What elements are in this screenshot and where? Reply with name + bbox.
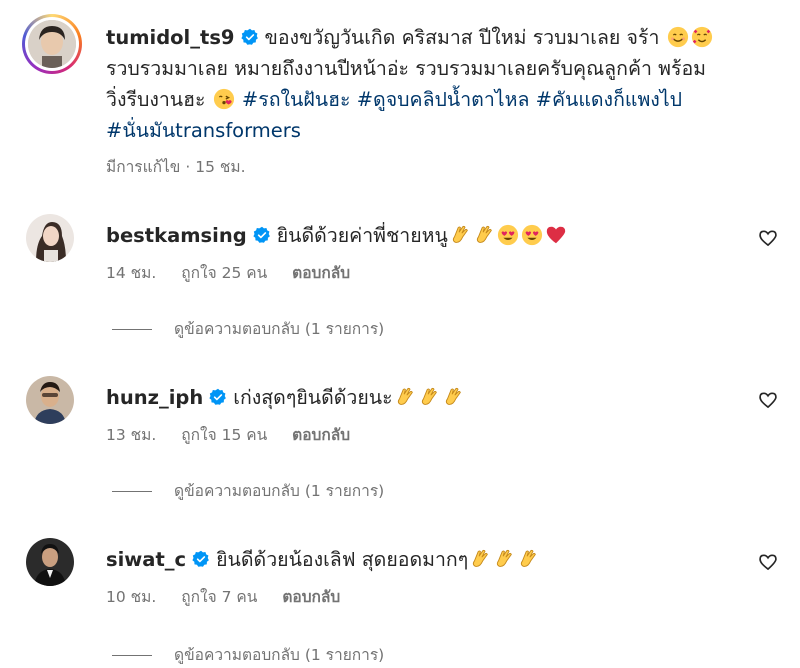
comment-time: 10 ชม. bbox=[106, 588, 157, 606]
like-count[interactable]: ถูกใจ 25 คน bbox=[181, 264, 267, 282]
avatar[interactable] bbox=[26, 538, 74, 586]
red-heart-emoji bbox=[546, 226, 565, 244]
caption-meta: มีการแก้ไข · 15 ชม. bbox=[106, 158, 246, 176]
view-replies-button[interactable]: ดูข้อความตอบกลับ (1 รายการ) bbox=[112, 478, 384, 503]
heart-outline-icon[interactable] bbox=[758, 390, 778, 410]
instagram-comments-panel: tumidol_ts9 ของขวัญวันเกิด คริสมาส ปีใหม่… bbox=[0, 0, 800, 668]
clap-emoji bbox=[521, 549, 537, 567]
comment-text: ยินดีด้วยน้องเลิฟ สุดยอดมากๆ bbox=[216, 548, 469, 571]
comment-time: 14 ชม. bbox=[106, 264, 157, 282]
smiling-face-hearts-emoji bbox=[691, 26, 712, 48]
clap-emoji bbox=[397, 387, 413, 405]
view-replies-button[interactable]: ดูข้อความตอบกลับ (1 รายการ) bbox=[112, 316, 384, 341]
comment-username[interactable]: siwat_c bbox=[106, 548, 186, 571]
reply-button[interactable]: ตอบกลับ bbox=[292, 264, 350, 282]
view-replies-label: ดูข้อความตอบกลับ (1 รายการ) bbox=[174, 646, 385, 664]
reply-button[interactable]: ตอบกลับ bbox=[292, 426, 350, 444]
hashtag-link[interactable]: #นั่นมันtransformers bbox=[106, 119, 301, 142]
view-replies-label: ดูข้อความตอบกลับ (1 รายการ) bbox=[174, 320, 385, 338]
edited-label: มีการแก้ไข bbox=[106, 158, 181, 176]
clap-emoji bbox=[473, 549, 489, 567]
comment-meta: 10 ชม. ถูกใจ 7 คน ตอบกลับ bbox=[106, 584, 360, 609]
comment-meta: 14 ชม. ถูกใจ 25 คน ตอบกลับ bbox=[106, 260, 370, 285]
comment-body: siwat_c ยินดีด้วยน้องเลิฟ สุดยอดมากๆ bbox=[106, 546, 540, 574]
clap-emoji bbox=[452, 225, 468, 243]
heart-outline-icon[interactable] bbox=[758, 552, 778, 572]
verified-badge-icon bbox=[240, 28, 258, 45]
heart-eyes-emoji bbox=[521, 224, 542, 246]
like-count[interactable]: ถูกใจ 7 คน bbox=[181, 588, 257, 606]
comment-body: hunz_iph เก่งสุดๆยินดีด้วยนะ bbox=[106, 384, 465, 412]
smiling-face-emoji bbox=[667, 26, 688, 48]
verified-badge-icon bbox=[209, 388, 227, 405]
divider-line bbox=[112, 329, 152, 330]
verified-badge-icon bbox=[253, 226, 270, 243]
hashtag-link[interactable]: #รถในฝันฮะ bbox=[242, 88, 351, 111]
comment-username[interactable]: bestkamsing bbox=[106, 224, 247, 247]
reply-button[interactable]: ตอบกลับ bbox=[282, 588, 340, 606]
comment-username[interactable]: hunz_iph bbox=[106, 386, 203, 409]
heart-outline-icon[interactable] bbox=[758, 228, 778, 248]
clap-emoji bbox=[445, 387, 461, 405]
caption-username[interactable]: tumidol_ts9 bbox=[106, 26, 235, 49]
verified-badge-icon bbox=[192, 550, 209, 567]
view-replies-label: ดูข้อความตอบกลับ (1 รายการ) bbox=[174, 482, 385, 500]
comment-item: siwat_c ยินดีด้วยน้องเลิฟ สุดยอดมากๆ 10 ช… bbox=[22, 538, 782, 668]
caption-body: tumidol_ts9 ของขวัญวันเกิด คริสมาส ปีใหม่… bbox=[106, 22, 756, 146]
comment-text: เก่งสุดๆยินดีด้วยนะ bbox=[233, 386, 393, 409]
clap-emoji bbox=[476, 225, 492, 243]
avatar[interactable] bbox=[26, 214, 74, 262]
heart-eyes-emoji bbox=[497, 224, 518, 246]
comment-body: bestkamsing ยินดีด้วยค่าพี่ชายหนู bbox=[106, 222, 568, 250]
comment-text: ยินดีด้วยค่าพี่ชายหนู bbox=[276, 224, 448, 247]
caption-time: 15 ชม. bbox=[195, 158, 246, 176]
comment-item: bestkamsing ยินดีด้วยค่าพี่ชายหนู 14 ชม. … bbox=[22, 214, 782, 354]
divider-line bbox=[112, 491, 152, 492]
caption-line3: วิ่งรีบงานฮะ bbox=[106, 88, 206, 111]
comment-item: hunz_iph เก่งสุดๆยินดีด้วยนะ 13 ชม. ถูกใจ… bbox=[22, 376, 782, 516]
comment-meta: 13 ชม. ถูกใจ 15 คน ตอบกลับ bbox=[106, 422, 370, 447]
hashtag-link[interactable]: #ดูจบคลิปน้ำตาไหล bbox=[357, 88, 530, 111]
like-count[interactable]: ถูกใจ 15 คน bbox=[181, 426, 267, 444]
divider-line bbox=[112, 655, 152, 656]
caption-line2: รวบรวมมาเลย หมายถึงงานปีหน้าอ่ะ รวบรวมมา… bbox=[106, 57, 707, 80]
caption-line1: ของขวัญวันเกิด คริสมาส ปีใหม่ รวบมาเลย จ… bbox=[264, 26, 660, 49]
caption-author-avatar[interactable] bbox=[22, 14, 82, 74]
face-blowing-kiss-emoji bbox=[213, 88, 234, 110]
clap-emoji bbox=[421, 387, 437, 405]
avatar[interactable] bbox=[26, 376, 74, 424]
clap-emoji bbox=[497, 549, 513, 567]
hashtag-link[interactable]: #คันแดงก็แพงไป bbox=[536, 88, 682, 111]
view-replies-button[interactable]: ดูข้อความตอบกลับ (1 รายการ) bbox=[112, 642, 384, 667]
comment-time: 13 ชม. bbox=[106, 426, 157, 444]
